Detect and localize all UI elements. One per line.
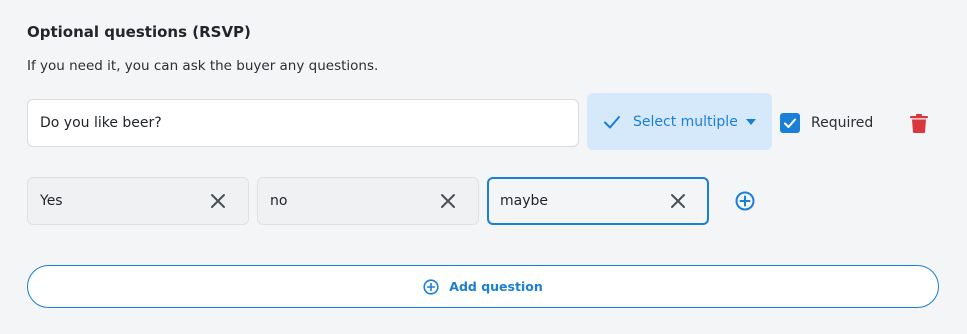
option-value: no: [270, 193, 288, 209]
question-input[interactable]: Do you like beer?: [27, 99, 579, 147]
close-icon[interactable]: [210, 193, 226, 209]
section-subtitle: If you need it, you can ask the buyer an…: [27, 58, 379, 74]
option-field[interactable]: Yes: [27, 177, 249, 225]
plus-circle-icon[interactable]: [735, 191, 755, 211]
question-input-value: Do you like beer?: [40, 115, 162, 131]
option-field-active[interactable]: maybe: [487, 177, 709, 225]
option-value: maybe: [500, 193, 549, 209]
plus-circle-icon: [423, 278, 439, 295]
required-toggle[interactable]: Required: [780, 113, 873, 133]
check-icon: [604, 115, 620, 128]
section-title: Optional questions (RSVP): [27, 23, 251, 41]
option-field[interactable]: no: [257, 177, 479, 225]
required-label: Required: [811, 115, 874, 131]
add-question-button[interactable]: Add question: [27, 265, 939, 308]
close-icon[interactable]: [440, 193, 456, 209]
caret-down-icon: [745, 118, 756, 125]
add-question-label: Add question: [449, 279, 543, 294]
question-type-label: Select multiple: [633, 113, 738, 130]
trash-icon[interactable]: [910, 114, 928, 133]
checkbox-checked-icon[interactable]: [780, 113, 800, 133]
close-icon[interactable]: [670, 193, 686, 209]
question-type-select[interactable]: Select multiple: [587, 93, 772, 150]
option-value: Yes: [40, 193, 63, 209]
